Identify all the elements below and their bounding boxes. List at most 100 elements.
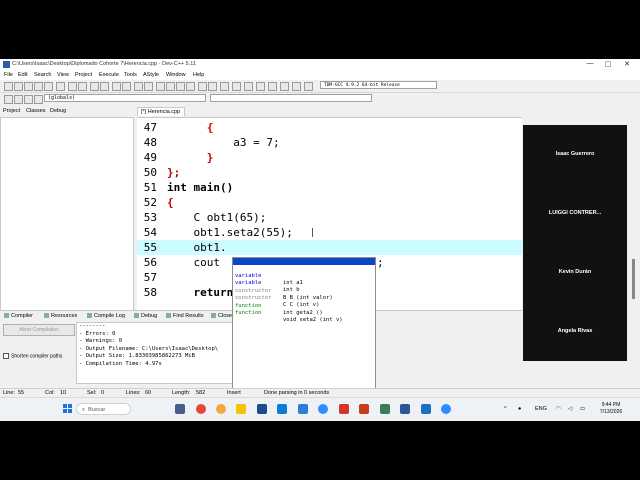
add-to-project-icon[interactable] xyxy=(144,82,153,91)
help-icon[interactable] xyxy=(304,82,313,91)
menu-help[interactable]: Help xyxy=(193,72,204,78)
compiler-select[interactable]: TDM-GCC 4.9.2 64-bit Release xyxy=(320,81,437,89)
edge-icon[interactable] xyxy=(298,404,308,414)
open-file-icon[interactable] xyxy=(14,82,23,91)
compile-icon[interactable] xyxy=(156,82,165,91)
find-icon[interactable] xyxy=(90,82,99,91)
autocomplete-item[interactable]: variable int a1 xyxy=(233,266,375,286)
file-explorer-icon[interactable] xyxy=(236,404,246,414)
tab-find-results[interactable]: Find Results xyxy=(166,313,204,319)
undo-icon[interactable] xyxy=(68,82,77,91)
stop-icon[interactable] xyxy=(208,82,217,91)
debug-icon[interactable] xyxy=(198,82,207,91)
about-icon[interactable] xyxy=(292,82,301,91)
line-number: 52 xyxy=(143,196,157,209)
acrobat-icon[interactable] xyxy=(339,404,349,414)
chart-icon[interactable] xyxy=(268,82,277,91)
tray-zoom-icon[interactable]: ● xyxy=(518,406,521,412)
chrome-icon[interactable] xyxy=(196,404,206,414)
windows-start-icon[interactable] xyxy=(63,404,72,413)
snipping-tool-icon[interactable] xyxy=(380,404,390,414)
scrollbar-thumb[interactable] xyxy=(632,259,635,299)
zoom-meeting-icon[interactable] xyxy=(441,404,451,414)
autocomplete-item[interactable]: function void seta2 (int v) xyxy=(233,303,375,323)
tab-compiler[interactable]: Compiler xyxy=(4,313,33,319)
maximize-button[interactable]: ▢ xyxy=(601,60,615,68)
minimize-button[interactable]: — xyxy=(583,60,597,67)
menu-window[interactable]: Window xyxy=(166,72,186,78)
tray-chevron-icon[interactable]: ^ xyxy=(504,406,507,412)
menu-edit[interactable]: Edit xyxy=(18,72,27,78)
rebuild-icon[interactable] xyxy=(186,82,195,91)
close-window-button[interactable]: ✕ xyxy=(620,60,634,68)
autocomplete-item[interactable]: constructor B B (int valor) xyxy=(233,281,375,301)
tab-classes[interactable]: Classes xyxy=(26,108,46,114)
new-project-icon[interactable] xyxy=(134,82,143,91)
log-line: - Output Size: 1.83303985862273 MiB xyxy=(79,353,195,359)
word-icon[interactable] xyxy=(400,404,410,414)
wifi-icon[interactable]: ◠ xyxy=(556,406,561,412)
tab-resources[interactable]: Resources xyxy=(44,313,77,319)
zoom-icon[interactable] xyxy=(318,404,328,414)
save-all-icon[interactable] xyxy=(34,82,43,91)
abort-compilation-button[interactable]: Abort Compilation xyxy=(3,324,75,336)
menu-file[interactable]: File xyxy=(4,72,13,78)
close-tab-icon xyxy=(211,313,216,319)
autocomplete-item[interactable]: function int geta2 () xyxy=(233,296,375,316)
menu-search[interactable]: Search xyxy=(34,72,51,78)
battery-icon[interactable]: ▭ xyxy=(580,406,585,412)
print-icon[interactable] xyxy=(56,82,65,91)
class-browser-icon[interactable] xyxy=(4,95,13,104)
save-icon[interactable] xyxy=(24,82,33,91)
menu-astyle[interactable]: AStyle xyxy=(143,72,159,78)
tab-debug[interactable]: Debug xyxy=(50,108,66,114)
checkbox-icon[interactable] xyxy=(3,353,9,359)
replace-icon[interactable] xyxy=(100,82,109,91)
menu-tools[interactable]: Tools xyxy=(124,72,137,78)
taskbar-search[interactable]: ⌕ Buscar xyxy=(76,403,131,415)
goto-icon[interactable] xyxy=(256,82,265,91)
toggle-bookmark-icon[interactable] xyxy=(24,95,33,104)
language-indicator[interactable]: ENG xyxy=(535,406,547,412)
autocomplete-item[interactable]: constructor C C (int v) xyxy=(233,288,375,308)
chrome-canary-icon[interactable] xyxy=(216,404,226,414)
tab-compile-log[interactable]: Compile Log xyxy=(87,313,125,319)
code-text: return xyxy=(167,286,234,299)
scope-select[interactable]: (globals) xyxy=(44,94,206,102)
tab-project[interactable]: Project xyxy=(3,108,20,114)
autocomplete-item[interactable]: variable int b xyxy=(233,273,375,293)
shorten-paths-checkbox[interactable]: Shorten compiler paths xyxy=(3,353,62,359)
insert-icon[interactable] xyxy=(14,95,23,104)
menu-execute[interactable]: Execute xyxy=(99,72,119,78)
close-file-icon[interactable] xyxy=(44,82,53,91)
status-length-label: Length: xyxy=(172,390,191,396)
delete-profile-icon[interactable] xyxy=(280,82,289,91)
editor-tab-herencia[interactable]: [*] Herencia.cpp xyxy=(137,107,185,116)
app-icon[interactable] xyxy=(421,404,431,414)
run-icon[interactable] xyxy=(166,82,175,91)
debug-tab-icon xyxy=(134,313,139,319)
volume-icon[interactable]: ◁ xyxy=(568,406,572,412)
new-file-icon[interactable] xyxy=(4,82,13,91)
member-select[interactable] xyxy=(210,94,372,102)
taskbar-clock[interactable]: 9:44 PM 7/13/2026 xyxy=(591,402,631,416)
menu-view[interactable]: View xyxy=(57,72,69,78)
autocomplete-popup[interactable]: constructor A A (int valor) variable int… xyxy=(232,257,376,390)
compile-run-icon[interactable] xyxy=(176,82,185,91)
powerpoint-icon[interactable] xyxy=(359,404,369,414)
bookmark-icon[interactable] xyxy=(232,82,241,91)
task-view-icon[interactable] xyxy=(175,404,185,414)
menu-project[interactable]: Project xyxy=(75,72,92,78)
tab-close[interactable]: Close xyxy=(211,313,232,319)
autocomplete-item-selected[interactable]: constructor A A (int valor) xyxy=(233,258,375,278)
unindent-icon[interactable] xyxy=(122,82,131,91)
check-syntax-icon[interactable] xyxy=(244,82,253,91)
tab-debug-bottom[interactable]: Debug xyxy=(134,313,157,319)
redo-icon[interactable] xyxy=(78,82,87,91)
profile-icon[interactable] xyxy=(220,82,229,91)
indent-icon[interactable] xyxy=(112,82,121,91)
goto-bookmark-icon[interactable] xyxy=(34,95,43,104)
vscode-icon[interactable] xyxy=(277,404,287,414)
devcpp-taskbar-icon[interactable] xyxy=(257,404,267,414)
status-line: 55 xyxy=(18,390,25,396)
